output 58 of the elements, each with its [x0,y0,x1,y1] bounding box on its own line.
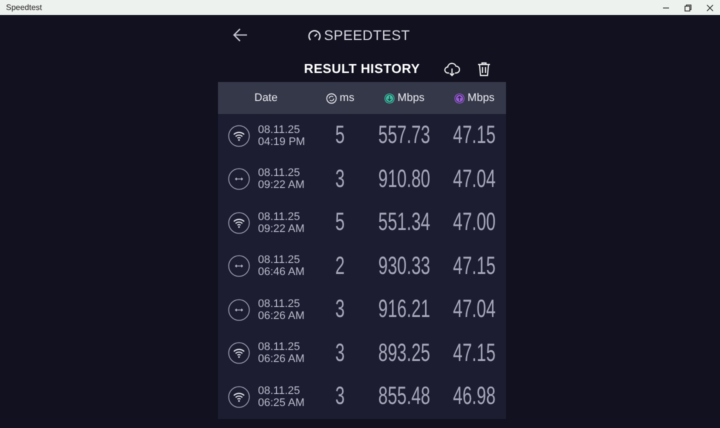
upload-value: 47.15 [452,338,496,368]
trash-icon[interactable] [476,60,492,76]
upload-value: 47.00 [452,208,496,238]
date-text: 08.11.25 [258,210,302,223]
restore-icon[interactable] [684,4,692,12]
upload-value: 46.98 [452,382,496,412]
gauge-icon [308,30,321,40]
ping-value: 3 [335,338,345,368]
download-value: 930.33 [378,252,430,281]
download-value: 910.80 [378,164,430,194]
download-value: 893.25 [378,338,430,368]
wifi-icon [228,124,250,147]
date-text: 08.11.25 [258,341,302,354]
time-text: 06:26 AM [258,353,304,366]
wifi-icon [228,212,250,234]
ping-value: 3 [335,164,345,194]
download-icon [384,92,395,104]
column-header[interactable]: Mbps [398,92,424,104]
ping-value: 5 [335,208,345,238]
date-text: 08.11.25 [258,384,302,397]
upload-value: 47.15 [452,121,496,150]
download-value: 916.21 [378,295,430,324]
ethernet-icon [228,255,250,278]
date-text: 08.11.25 [258,298,302,310]
upload-icon [454,92,465,104]
ping-value: 2 [335,252,345,281]
date-text: 08.11.25 [258,254,302,266]
upload-value: 47.04 [452,164,496,194]
close-icon[interactable] [706,4,714,12]
wifi-icon [228,386,250,408]
wifi-icon [228,342,250,364]
cloud-download-icon[interactable] [444,60,460,76]
ping-icon [326,92,337,104]
upload-value: 47.15 [452,252,496,281]
ethernet-icon [228,298,250,321]
download-value: 557.73 [378,121,430,150]
ping-value: 3 [335,295,345,324]
upload-value: 47.04 [452,295,496,324]
column-header[interactable]: Mbps [468,92,494,104]
time-text: 04:19 PM [258,136,306,148]
time-text: 06:46 AM [258,266,304,278]
ping-value: 3 [335,382,345,412]
column-header[interactable]: ms [340,92,354,104]
column-header[interactable]: Date [254,92,278,104]
download-value: 551.34 [378,208,430,238]
time-text: 06:25 AM [258,396,304,409]
ping-value: 5 [335,121,345,150]
ethernet-icon [228,168,250,190]
download-value: 855.48 [378,382,430,412]
date-text: 08.11.25 [258,167,302,180]
date-text: 08.11.25 [258,124,302,136]
time-text: 09:22 AM [258,222,304,235]
time-text: 06:26 AM [258,310,304,322]
app-logo: SPEEDTEST [324,27,410,43]
back-arrow-icon[interactable] [232,28,248,42]
window-title: Speedtest [6,3,42,12]
time-text: 09:22 AM [258,179,304,192]
page-title: RESULT HISTORY [304,61,420,76]
